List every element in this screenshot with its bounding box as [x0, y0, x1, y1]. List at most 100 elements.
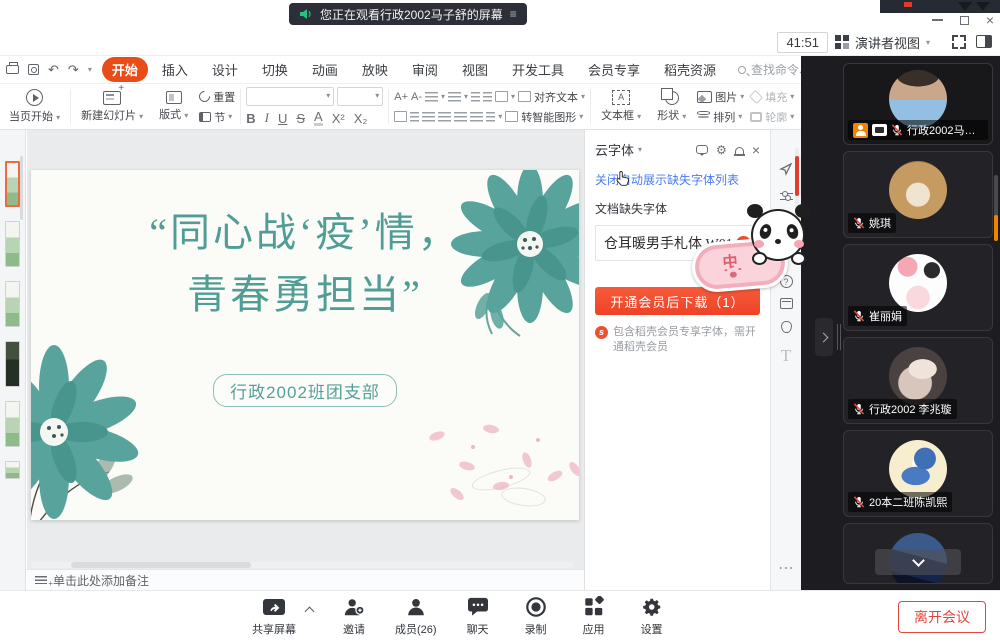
font-name-combo[interactable]: [246, 87, 334, 106]
align-center-icon[interactable]: [438, 112, 451, 122]
slide-thumbnail-panel[interactable]: [0, 130, 26, 590]
tab-设计[interactable]: 设计: [202, 57, 248, 82]
print-preview-icon[interactable]: [28, 64, 39, 75]
slide-thumbnail[interactable]: [5, 281, 20, 327]
invite-button[interactable]: 邀请: [337, 596, 371, 637]
slide-thumbnail[interactable]: [5, 221, 20, 267]
panel-drag-handle[interactable]: [837, 324, 838, 350]
banner-menu-icon[interactable]: ≡: [510, 7, 517, 21]
participant-tile[interactable]: 姚琪: [843, 151, 993, 238]
customize-caret-icon[interactable]: ▾: [88, 65, 92, 74]
panel-title-caret-icon[interactable]: ▾: [638, 145, 642, 154]
tab-动画[interactable]: 动画: [302, 57, 348, 82]
slide-layout-button[interactable]: 版式 ▾: [154, 91, 193, 122]
record-button[interactable]: 录制: [519, 596, 553, 637]
align-text-button[interactable]: 对齐文本▾: [518, 89, 585, 105]
thumbnail-scrollbar[interactable]: [20, 156, 23, 220]
calendar-icon[interactable]: [771, 296, 801, 314]
new-slide-button[interactable]: 新建幻灯片 ▾: [76, 91, 148, 123]
participant-tile[interactable]: [843, 523, 993, 584]
underline-button[interactable]: U: [278, 111, 287, 126]
redo-icon[interactable]: ↷: [68, 63, 79, 76]
share-screen-options-caret[interactable]: [305, 607, 315, 617]
view-mode-button[interactable]: 演讲者视图 ▾: [827, 31, 938, 53]
chat-button[interactable]: 聊天: [461, 596, 495, 637]
more-tools-icon[interactable]: ⋯: [771, 558, 801, 578]
shield-icon[interactable]: [771, 320, 801, 338]
share-screen-button[interactable]: 共享屏幕: [252, 596, 296, 637]
text-effects-icon[interactable]: [394, 111, 407, 122]
close-panel-icon[interactable]: ×: [752, 142, 760, 158]
current-slide[interactable]: “同心战‘疫’情， 青春勇担当” 行政2002班团支部: [31, 170, 579, 520]
expand-panel-handle[interactable]: [815, 318, 833, 356]
align-left-icon[interactable]: [422, 112, 435, 122]
line-spacing-icon[interactable]: [486, 112, 495, 122]
tab-稻壳资源[interactable]: 稻壳资源: [654, 57, 726, 82]
participant-tile[interactable]: 崔丽娟: [843, 244, 993, 331]
arrange-button[interactable]: 排列 ▾: [697, 109, 744, 125]
tab-开发工具[interactable]: 开发工具: [502, 57, 574, 82]
smart-graphic-button[interactable]: 转智能图形▾: [505, 109, 583, 125]
notes-bar[interactable]: 单击此处添加备注: [27, 569, 584, 590]
slide-subtitle-badge[interactable]: 行政2002班团支部: [213, 374, 397, 407]
notification-bell-icon[interactable]: [735, 147, 744, 155]
settings-button[interactable]: 设置: [635, 596, 669, 637]
tab-放映[interactable]: 放映: [352, 57, 398, 82]
align-right-icon[interactable]: [454, 112, 467, 122]
font-size-combo[interactable]: [337, 87, 383, 106]
participant-tile[interactable]: 行政2002马子舒...: [843, 63, 993, 145]
increase-indent-icon[interactable]: [483, 92, 492, 102]
highlight-icon[interactable]: [410, 112, 419, 122]
layout-toggle-icon[interactable]: [976, 35, 992, 48]
italic-button[interactable]: I: [265, 110, 269, 126]
undo-icon[interactable]: ↶: [48, 63, 59, 76]
tab-审阅[interactable]: 审阅: [402, 57, 448, 82]
feedback-icon[interactable]: [696, 145, 708, 154]
fullscreen-icon[interactable]: [952, 35, 966, 49]
bold-button[interactable]: B: [246, 111, 255, 126]
minimize-button[interactable]: [932, 19, 943, 21]
strikethrough-button[interactable]: S: [296, 111, 305, 126]
tab-视图[interactable]: 视图: [452, 57, 498, 82]
restore-button[interactable]: [960, 16, 969, 25]
text-direction-icon[interactable]: [495, 91, 508, 102]
members-button[interactable]: 成员(26): [395, 596, 437, 637]
superscript-button[interactable]: X²: [332, 111, 345, 126]
outline-button[interactable]: 轮廓 ▾: [750, 109, 794, 125]
text-tool-icon[interactable]: T: [771, 346, 801, 366]
increase-font-button[interactable]: A+: [394, 91, 408, 103]
section-button[interactable]: 节 ▾: [199, 109, 235, 125]
start-from-current-button[interactable]: 当页开始 ▾: [4, 89, 65, 124]
slide-thumbnail[interactable]: [5, 461, 20, 479]
reset-button[interactable]: 重置: [199, 89, 235, 105]
horizontal-scrollbar[interactable]: [31, 562, 574, 568]
participants-scrollbar[interactable]: [994, 175, 998, 241]
slide-thumbnail[interactable]: [5, 341, 20, 387]
decrease-indent-icon[interactable]: [471, 92, 480, 102]
tab-开始[interactable]: 开始: [102, 57, 148, 82]
subscript-button[interactable]: X₂: [354, 111, 368, 126]
apps-button[interactable]: 应用: [577, 596, 611, 637]
print-icon[interactable]: [6, 65, 19, 74]
decrease-font-button[interactable]: A-: [411, 91, 422, 103]
tab-会员专享[interactable]: 会员专享: [578, 57, 650, 82]
leave-meeting-button[interactable]: 离开会议: [898, 601, 986, 633]
participant-tile[interactable]: 20本二班陈凯熙: [843, 430, 993, 517]
picture-button[interactable]: 图片 ▾: [697, 89, 744, 105]
tab-切换[interactable]: 切换: [252, 57, 298, 82]
participant-tile[interactable]: 行政2002 李兆璇: [843, 337, 993, 424]
justify-icon[interactable]: [470, 112, 483, 122]
bullet-list-icon[interactable]: [425, 92, 438, 102]
panel-scrollbar[interactable]: [795, 148, 799, 208]
slide-thumbnail[interactable]: [5, 401, 20, 447]
shapes-button[interactable]: 形状 ▾: [652, 91, 691, 123]
close-button[interactable]: ×: [986, 15, 994, 25]
textbox-button[interactable]: A 文本框 ▾: [596, 90, 646, 123]
collapse-tiles-button[interactable]: [875, 549, 961, 575]
numbered-list-icon[interactable]: [448, 92, 461, 102]
settings-gear-icon[interactable]: ⚙: [716, 144, 727, 156]
tab-插入[interactable]: 插入: [152, 57, 198, 82]
fill-button[interactable]: 填充 ▾: [750, 89, 794, 105]
slide-thumbnail-selected[interactable]: [5, 161, 20, 207]
font-color-button[interactable]: A: [314, 110, 323, 126]
